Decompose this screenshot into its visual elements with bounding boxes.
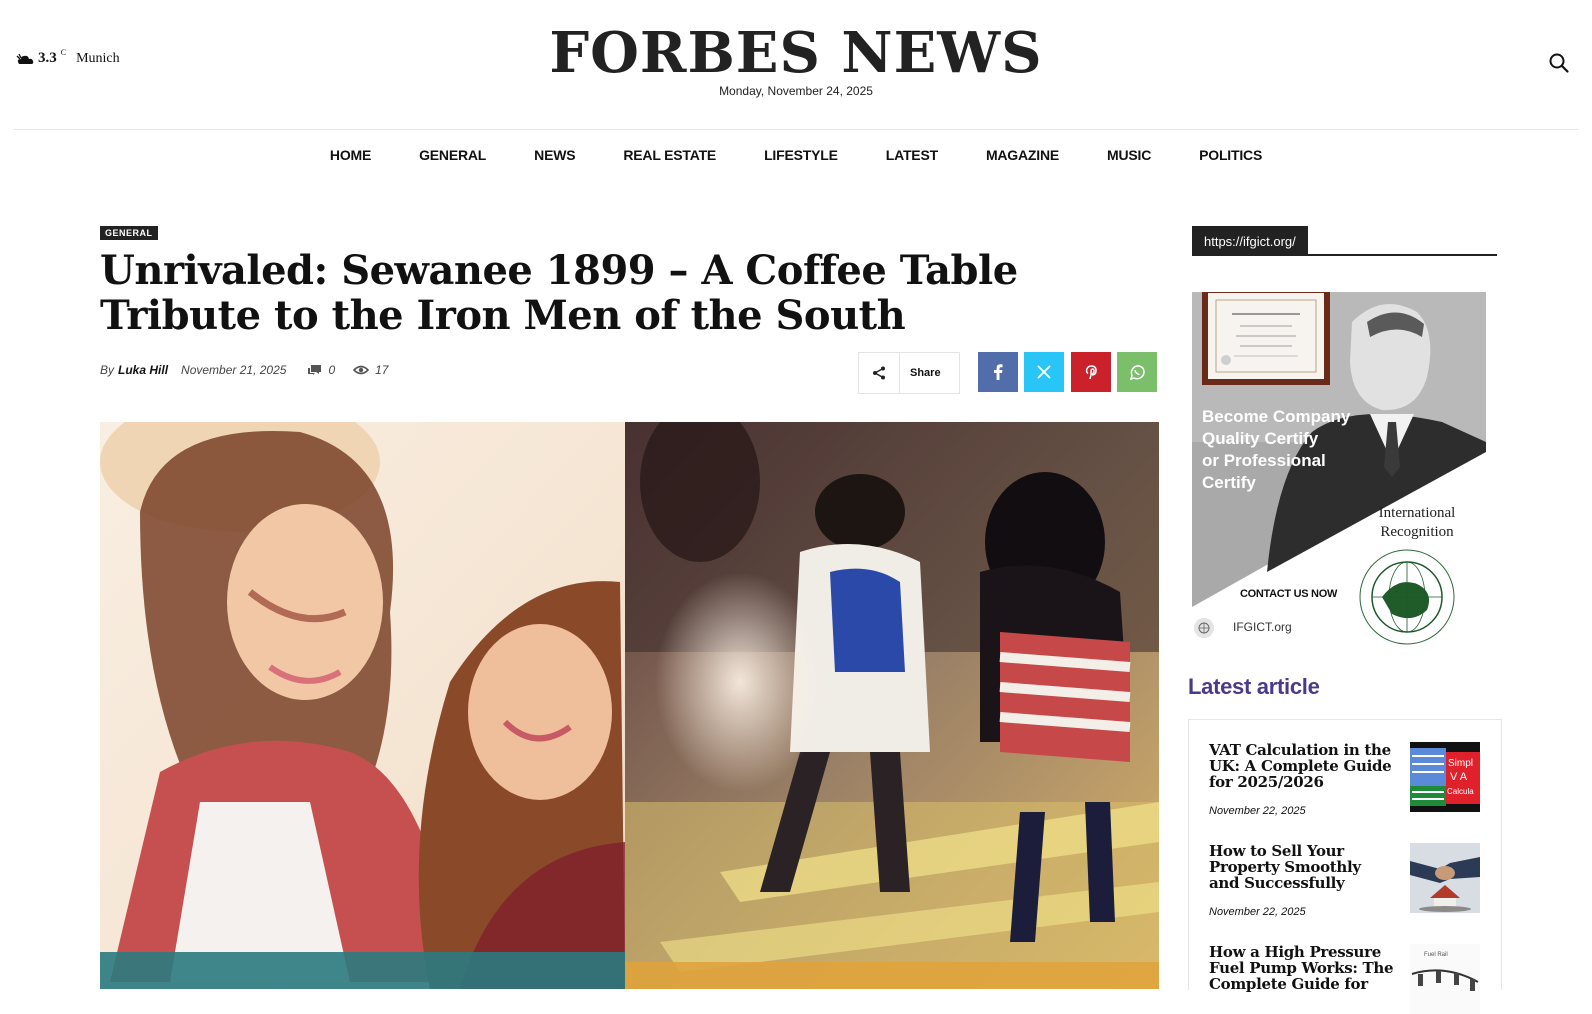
comment-icon[interactable] (308, 364, 322, 376)
share-whatsapp-button[interactable] (1117, 352, 1157, 392)
svg-text:Fuel Rail: Fuel Rail (1424, 952, 1448, 958)
ad-recognition-line-1: International (1378, 505, 1456, 521)
x-icon (1037, 365, 1051, 379)
article-date: November 21, 2025 (181, 363, 287, 377)
share-label: Share (910, 367, 941, 379)
latest-item-title[interactable]: How a High Pressure Fuel Pump Works: The… (1209, 944, 1394, 992)
article-title: Unrivaled: Sewanee 1899 – A Coffee Table… (100, 247, 1018, 339)
nav-item-real-estate[interactable]: REAL ESTATE (599, 147, 740, 163)
latest-item-thumbnail[interactable]: Simpl V A Calcula (1410, 742, 1480, 812)
nav-item-general[interactable]: GENERAL (395, 147, 510, 163)
latest-item-title[interactable]: VAT Calculation in the UK: A Complete Gu… (1209, 742, 1394, 790)
ad-headline: Become Company Quality Certify or Profes… (1202, 406, 1392, 494)
ifgict-advertisement[interactable]: Become Company Quality Certify or Profes… (1192, 292, 1486, 652)
ad-headline-line-1: Become Company (1202, 407, 1351, 426)
svg-text:V A: V A (1450, 771, 1468, 783)
article-hero-image (100, 422, 1159, 989)
header-divider (14, 129, 1578, 130)
latest-item-date: November 22, 2025 (1209, 805, 1306, 817)
ad-recognition-line-2: Recognition (1380, 524, 1454, 540)
header-date: Monday, November 24, 2025 (719, 84, 873, 98)
site-logo[interactable]: FORBES NEWS (0, 18, 1592, 88)
nav-item-politics[interactable]: POLITICS (1175, 147, 1286, 163)
share-pinterest-button[interactable] (1071, 352, 1111, 392)
comment-count[interactable]: 0 (328, 363, 335, 377)
view-count: 17 (375, 363, 389, 377)
latest-item-thumbnail[interactable]: Fuel Rail (1410, 944, 1480, 1014)
svg-text:Calcula: Calcula (1447, 787, 1474, 796)
article-meta: By Luka Hill November 21, 2025 0 17 (100, 363, 406, 377)
svg-text:Simpl: Simpl (1448, 758, 1473, 769)
whatsapp-icon (1129, 364, 1145, 380)
nav-item-home[interactable]: HOME (306, 147, 395, 163)
ad-headline-line-2: Quality Certify (1202, 429, 1319, 448)
share-button[interactable]: Share (858, 352, 960, 394)
nav-item-news[interactable]: NEWS (510, 147, 599, 163)
views-eye-icon (353, 365, 370, 375)
latest-item-thumbnail[interactable] (1410, 843, 1480, 913)
search-icon[interactable] (1548, 52, 1570, 74)
latest-article-heading: Latest article (1188, 674, 1320, 699)
pinterest-icon (1085, 364, 1097, 379)
sidebar-link-tag[interactable]: https://ifgict.org/ (1192, 226, 1308, 255)
ad-recognition: International Recognition (1352, 504, 1482, 542)
byline-prefix: By (100, 363, 115, 377)
ad-headline-line-4: Certify (1202, 473, 1256, 492)
share-icon (859, 353, 900, 393)
latest-item-date: November 22, 2025 (1209, 906, 1306, 918)
nav-item-lifestyle[interactable]: LIFESTYLE (740, 147, 862, 163)
nav-item-music[interactable]: MUSIC (1083, 147, 1175, 163)
share-facebook-button[interactable] (978, 352, 1018, 392)
category-badge[interactable]: GENERAL (100, 226, 158, 240)
ad-headline-line-3: or Professional (1202, 451, 1326, 470)
main-navigation: HOME GENERAL NEWS REAL ESTATE LIFESTYLE … (0, 147, 1592, 163)
share-x-button[interactable] (1024, 352, 1064, 392)
author-link[interactable]: Luka Hill (118, 363, 168, 377)
latest-articles-list: VAT Calculation in the UK: A Complete Gu… (1188, 719, 1502, 1014)
latest-item-title[interactable]: How to Sell Your Property Smoothly and S… (1209, 843, 1394, 891)
facebook-icon (994, 364, 1003, 380)
nav-item-latest[interactable]: LATEST (862, 147, 962, 163)
ad-site-link[interactable]: IFGICT.org (1233, 620, 1292, 634)
ad-contact-cta[interactable]: CONTACT US NOW (1240, 588, 1337, 600)
nav-item-magazine[interactable]: MAGAZINE (962, 147, 1083, 163)
